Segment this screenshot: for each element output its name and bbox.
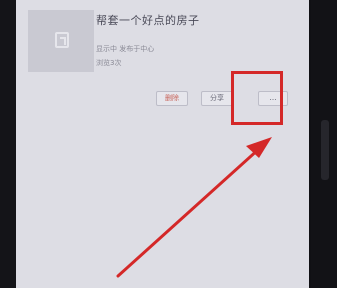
annotation-arrow-icon [116, 137, 272, 278]
